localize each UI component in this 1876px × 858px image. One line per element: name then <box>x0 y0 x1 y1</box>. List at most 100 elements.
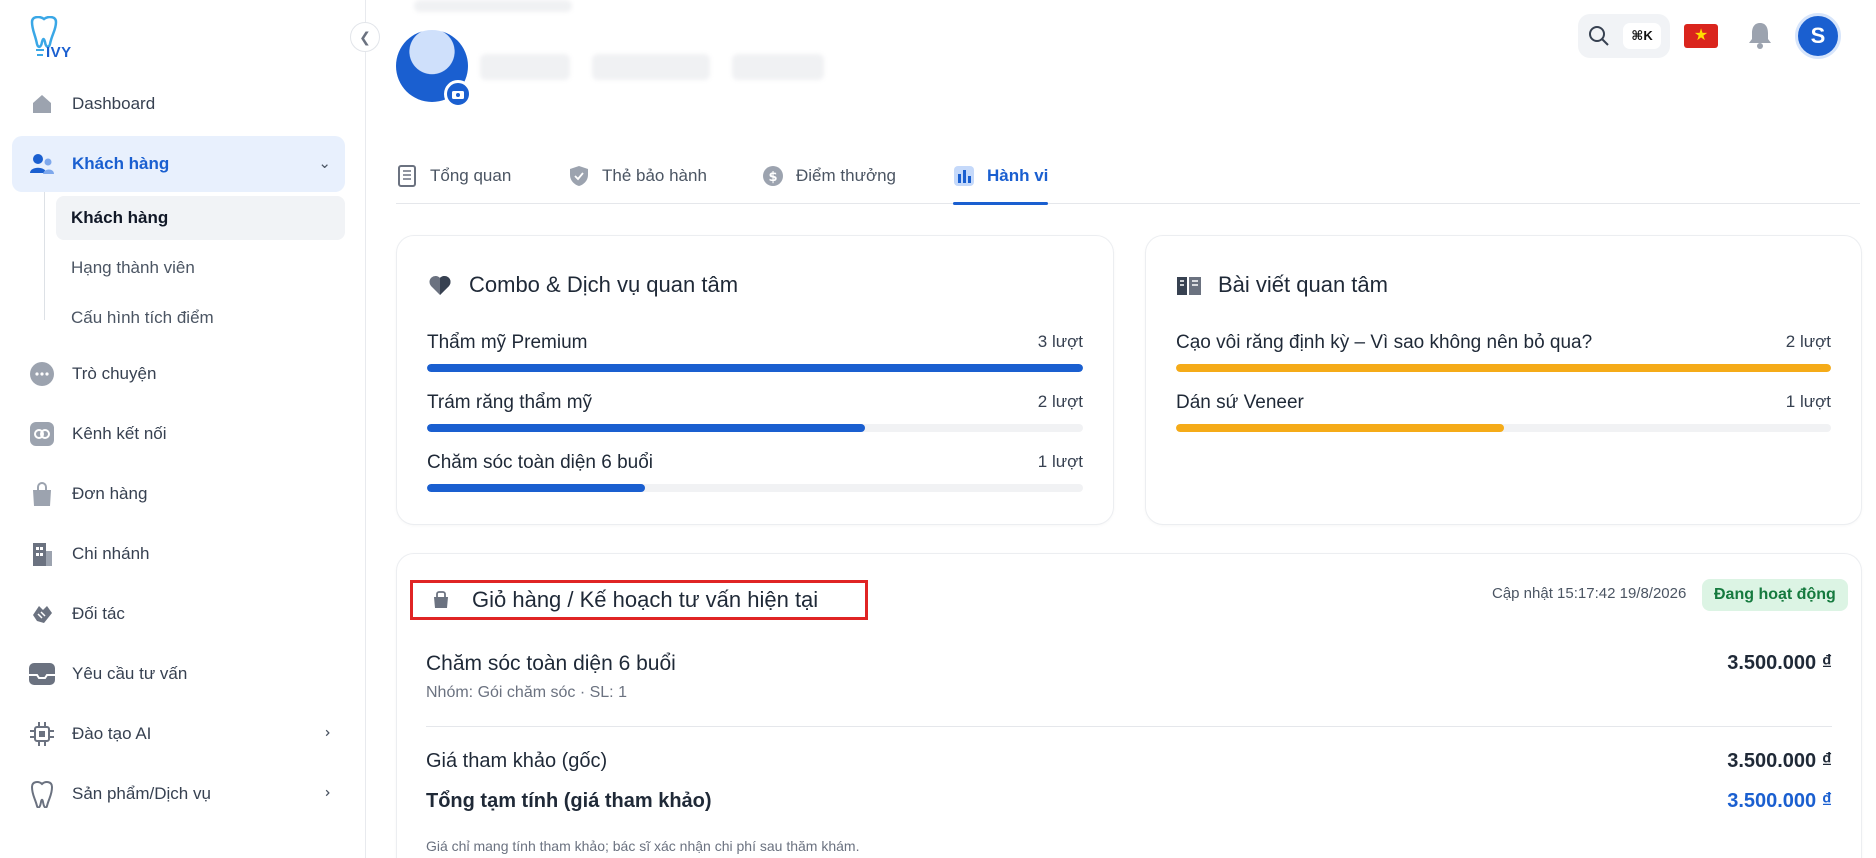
status-badge: Đang hoạt động <box>1702 579 1848 611</box>
card-title: Bài viết quan tâm <box>1176 272 1388 298</box>
logo-text: IVY <box>46 44 72 61</box>
building-icon <box>28 540 56 568</box>
combo-count: 3 lượt <box>1037 332 1083 351</box>
tab-warranty[interactable]: Thẻ bảo hành <box>568 148 707 204</box>
article-row[interactable]: Cạo vôi răng định kỳ – Vì sao không nên … <box>1176 332 1831 372</box>
sidebar-item-chat[interactable]: Trò chuyện <box>12 346 345 402</box>
article-progress-fill <box>1176 364 1831 372</box>
chevron-right-icon[interactable]: ⌄ <box>316 787 334 800</box>
camera-icon[interactable] <box>444 80 472 108</box>
combo-progress-track <box>427 424 1083 432</box>
sidebar-item-label: Khách hàng <box>72 154 170 173</box>
chevron-right-icon[interactable]: ⌄ <box>316 727 334 740</box>
combo-row[interactable]: Trám răng thẩm mỹ 2 lượt <box>427 392 1083 432</box>
sidebar-subitem-points-config[interactable]: Cấu hình tích điểm <box>56 296 345 340</box>
vn-flag-icon[interactable]: ★ <box>1684 24 1718 48</box>
tab-behavior[interactable]: Hành vi <box>953 148 1049 205</box>
article-count: 1 lượt <box>1785 392 1831 411</box>
combo-row[interactable]: Thẩm mỹ Premium 3 lượt <box>427 332 1083 372</box>
sidebar-item-label: Trò chuyện <box>72 364 157 383</box>
shield-icon <box>568 165 590 187</box>
sidebar-item-branches[interactable]: Chi nhánh <box>12 526 345 582</box>
svg-text:$: $ <box>768 170 777 185</box>
chat-icon <box>28 360 56 388</box>
sidebar-item-label: Chi nhánh <box>72 544 150 563</box>
ref-price-value: 3.500.000 ₫ <box>1727 750 1832 772</box>
book-icon <box>1176 272 1202 298</box>
ref-price-label: Giá tham khảo (gốc) <box>426 750 608 772</box>
redacted-badge <box>732 54 824 80</box>
combo-progress-fill <box>427 424 865 432</box>
tab-label: Thẻ bảo hành <box>602 166 707 185</box>
sidebar-item-partners[interactable]: Đối tác <box>12 586 345 642</box>
search-button[interactable]: ⌘K <box>1578 14 1670 58</box>
article-name: Dán sứ Veneer <box>1176 392 1304 413</box>
sidebar-item-label: Kênh kết nối <box>72 424 167 443</box>
article-row[interactable]: Dán sứ Veneer 1 lượt <box>1176 392 1831 432</box>
sidebar-item-products-services[interactable]: Sản phẩm/Dịch vụ ⌄ <box>12 766 345 822</box>
tab-reward-points[interactable]: $ Điểm thưởng <box>762 148 896 204</box>
combo-name: Trám răng thẩm mỹ <box>427 392 593 413</box>
redacted-breadcrumb <box>414 0 572 12</box>
sidebar-item-orders[interactable]: Đơn hàng <box>12 466 345 522</box>
sidebar-item-label: Đào tạo AI <box>72 724 152 743</box>
redacted-name <box>480 54 570 80</box>
link-icon <box>28 420 56 448</box>
search-icon <box>1589 26 1609 46</box>
collapse-sidebar-button[interactable]: ❮ <box>350 22 380 52</box>
articles-interest-card: Bài viết quan tâm Cạo vôi răng định kỳ –… <box>1145 235 1862 525</box>
tab-label: Điểm thưởng <box>796 166 897 185</box>
combo-progress-track <box>427 364 1083 372</box>
chart-icon <box>953 165 975 187</box>
home-icon <box>28 90 56 118</box>
cart-item-name: Chăm sóc toàn diện 6 buổi <box>426 652 676 675</box>
sidebar-item-connect[interactable]: Kênh kết nối <box>12 406 345 462</box>
sidebar-item-dashboard[interactable]: Dashboard <box>12 76 345 132</box>
article-count: 2 lượt <box>1785 332 1831 351</box>
sidebar-item-label: Đơn hàng <box>72 484 148 503</box>
combo-count: 2 lượt <box>1037 392 1083 411</box>
total-label: Tổng tạm tính (giá tham khảo) <box>426 790 712 812</box>
bell-icon[interactable] <box>1746 20 1774 50</box>
cart-title-highlight <box>410 580 868 620</box>
combo-count: 1 lượt <box>1037 452 1083 471</box>
sidebar-subitem-member-tiers[interactable]: Hạng thành viên <box>56 246 345 290</box>
card-title: Combo & Dịch vụ quan tâm <box>427 272 738 298</box>
sidebar-item-ai-training[interactable]: Đào tạo AI ⌄ <box>12 706 345 762</box>
chip-icon <box>28 720 56 748</box>
cart-item-meta: Nhóm: Gói chăm sóc · SL: 1 <box>426 684 627 701</box>
users-icon <box>28 150 56 178</box>
tab-label: Hành vi <box>987 166 1049 185</box>
notebook-icon <box>396 165 418 187</box>
search-shortcut: ⌘K <box>1623 23 1661 49</box>
sidebar-item-consult-requests[interactable]: Yêu cầu tư vấn <box>12 646 345 702</box>
tooth-icon <box>28 780 56 808</box>
article-progress-fill <box>1176 424 1504 432</box>
tab-overview[interactable]: Tổng quan <box>396 148 511 204</box>
disclaimer-note: Giá chỉ mang tính tham khảo; bác sĩ xác … <box>426 838 860 854</box>
cart-item-price: 3.500.000 ₫ <box>1727 652 1832 674</box>
chevron-down-icon[interactable]: ⌄ <box>318 154 331 172</box>
customer-tabs: Tổng quan Thẻ bảo hành $ Điểm thưởng Hàn… <box>396 148 1860 205</box>
combo-progress-track <box>427 484 1083 492</box>
sidebar-item-customers[interactable]: Khách hàng ⌄ <box>12 136 345 192</box>
dollar-icon: $ <box>762 165 784 187</box>
divider <box>426 726 1832 727</box>
combo-row[interactable]: Chăm sóc toàn diện 6 buổi 1 lượt <box>427 452 1083 492</box>
article-name: Cạo vôi răng định kỳ – Vì sao không nên … <box>1176 332 1593 353</box>
total-price-value: 3.500.000 ₫ <box>1727 790 1832 812</box>
article-progress-track <box>1176 364 1831 372</box>
combo-progress-fill <box>427 364 1083 372</box>
sidebar: IVY Dashboard Khách hàng ⌄ Khách hàng Hạ… <box>0 0 366 858</box>
sidebar-subitem-customers[interactable]: Khách hàng <box>56 196 345 240</box>
combo-name: Thẩm mỹ Premium <box>427 332 588 353</box>
heart-icon <box>427 272 453 298</box>
combo-interest-card: Combo & Dịch vụ quan tâm Thẩm mỹ Premium… <box>396 235 1114 525</box>
sidebar-item-label: Dashboard <box>72 94 156 113</box>
user-avatar[interactable]: S <box>1795 13 1841 59</box>
sidebar-item-label: Đối tác <box>72 604 125 623</box>
redacted-badge <box>592 54 710 80</box>
handshake-icon <box>28 600 56 628</box>
sidebar-item-label: Sản phẩm/Dịch vụ <box>72 784 211 803</box>
tab-label: Tổng quan <box>430 166 512 185</box>
